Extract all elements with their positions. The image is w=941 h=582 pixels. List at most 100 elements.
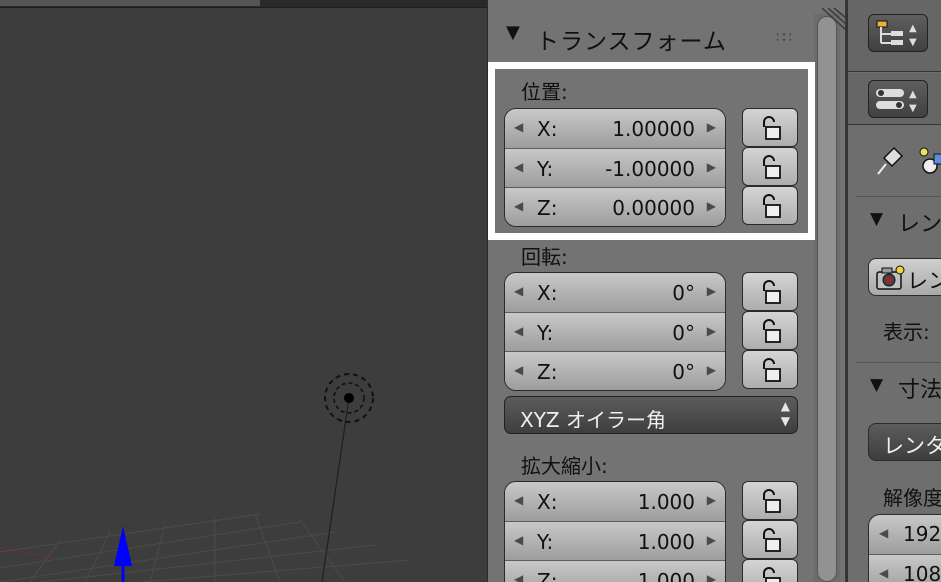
rotation-vector: ◀ X: 0° ▶ ◀ Y: 0° ▶ ◀ Z: 0° ▶ bbox=[504, 272, 726, 391]
lock-location-x-button[interactable] bbox=[742, 108, 798, 147]
increment-arrow-icon[interactable]: ▶ bbox=[707, 160, 716, 174]
lock-location-y-button[interactable] bbox=[742, 147, 798, 186]
increment-arrow-icon[interactable]: ▶ bbox=[707, 533, 716, 547]
render-button-label: レン bbox=[907, 269, 941, 293]
render-scene-icon bbox=[919, 147, 941, 174]
properties-editor-type-button[interactable]: ▲ ▼ bbox=[868, 80, 928, 118]
camera-icon bbox=[876, 265, 905, 290]
lamp-line bbox=[321, 397, 350, 582]
decrement-arrow-icon[interactable]: ◀ bbox=[514, 363, 523, 377]
rotation-mode-dropdown[interactable]: XYZ オイラー角 ▲ ▼ bbox=[504, 396, 798, 434]
field-value: 192 bbox=[903, 522, 941, 546]
transform-panel-header[interactable]: ▼ トランスフォーム ∷∷ bbox=[488, 8, 813, 55]
triangle-down-icon: ▼ bbox=[870, 375, 884, 395]
lock-scale-y-button[interactable] bbox=[742, 520, 798, 559]
up-down-arrows-icon: ▲ ▼ bbox=[780, 399, 790, 428]
field-value: 108 bbox=[903, 562, 941, 582]
increment-arrow-icon[interactable]: ▶ bbox=[707, 363, 716, 377]
rotation-x-field[interactable]: ◀ X: 0° ▶ bbox=[505, 273, 725, 312]
scale-x-field[interactable]: ◀ X: 1.000 ▶ bbox=[505, 482, 725, 521]
viewport-scene bbox=[0, 373, 411, 582]
lock-rotation-x-button[interactable] bbox=[742, 272, 798, 311]
decrement-arrow-icon[interactable]: ◀ bbox=[514, 493, 523, 507]
scale-y-field[interactable]: ◀ Y: 1.000 ▶ bbox=[505, 521, 725, 560]
axis-label: Y: bbox=[537, 157, 554, 181]
properties-editor: ▲ ▼ ▲ ▼ ▼ レン レ 表示: ▼ 寸法 レンタ 解像度 ◀ 192 ◀ … bbox=[846, 0, 941, 582]
location-label: 位置: bbox=[521, 80, 568, 104]
decrement-arrow-icon[interactable]: ◀ bbox=[879, 526, 888, 540]
editor-type-button[interactable]: ▲ ▼ bbox=[868, 14, 928, 52]
decrement-arrow-icon[interactable]: ◀ bbox=[514, 324, 523, 338]
scrollbar-thumb[interactable] bbox=[817, 16, 837, 582]
increment-arrow-icon[interactable]: ▶ bbox=[707, 284, 716, 298]
display-label: 表示: bbox=[883, 320, 930, 344]
section-title: レン bbox=[898, 212, 941, 237]
rotation-y-field[interactable]: ◀ Y: 0° ▶ bbox=[505, 312, 725, 351]
decrement-arrow-icon[interactable]: ◀ bbox=[514, 572, 523, 582]
svg-text:▼: ▼ bbox=[909, 37, 917, 48]
axis-label: Z: bbox=[537, 196, 558, 220]
decrement-arrow-icon[interactable]: ◀ bbox=[514, 199, 523, 213]
decrement-arrow-icon[interactable]: ◀ bbox=[514, 284, 523, 298]
axis-label: X: bbox=[537, 281, 558, 305]
dimensions-section-header[interactable]: ▼ 寸法 bbox=[856, 362, 941, 410]
field-value: 1.000 bbox=[637, 530, 695, 554]
padlock-open-icon bbox=[763, 155, 781, 179]
padlock-open-icon bbox=[763, 528, 781, 552]
scale-vector: ◀ X: 1.000 ▶ ◀ Y: 1.000 ▶ ◀ Z: 1.000 ▶ bbox=[504, 481, 726, 582]
lock-rotation-z-button[interactable] bbox=[742, 350, 798, 389]
lock-scale-z-button[interactable] bbox=[742, 559, 798, 582]
resolution-y-field[interactable]: ◀ 108 bbox=[869, 554, 941, 582]
decrement-arrow-icon[interactable]: ◀ bbox=[514, 160, 523, 174]
field-value: 1.00000 bbox=[612, 117, 695, 141]
resolution-label: 解像度 bbox=[883, 486, 941, 510]
padlock-open-icon bbox=[763, 319, 781, 343]
scale-z-field[interactable]: ◀ Z: 1.000 ▶ bbox=[505, 560, 725, 582]
axis-label: X: bbox=[537, 117, 558, 141]
render-preset-dropdown[interactable]: レンタ bbox=[868, 423, 941, 461]
field-value: -1.00000 bbox=[605, 157, 695, 181]
rotation-z-field[interactable]: ◀ Z: 0° ▶ bbox=[505, 351, 725, 390]
rotation-mode-value: XYZ オイラー角 bbox=[520, 408, 666, 432]
resolution-x-field[interactable]: ◀ 192 bbox=[869, 515, 941, 554]
triangle-down-icon: ▼ bbox=[506, 22, 520, 43]
field-value: 0° bbox=[672, 321, 695, 345]
decrement-arrow-icon[interactable]: ◀ bbox=[514, 120, 523, 134]
increment-arrow-icon[interactable]: ▶ bbox=[707, 120, 716, 134]
3d-viewport[interactable] bbox=[0, 0, 487, 582]
location-x-field[interactable]: ◀ X: 1.00000 ▶ bbox=[505, 109, 725, 148]
increment-arrow-icon[interactable]: ▶ bbox=[707, 572, 716, 582]
padlock-open-icon bbox=[763, 358, 781, 382]
floor-grid bbox=[0, 513, 411, 582]
context-icons bbox=[877, 146, 941, 175]
field-value: 1.000 bbox=[637, 490, 695, 514]
triangle-down-icon: ▼ bbox=[870, 209, 884, 229]
n-panel: ▼ トランスフォーム ∷∷ 位置: ◀ X: 1.00000 ▶ ◀ Y: -1… bbox=[487, 0, 846, 582]
lock-scale-x-button[interactable] bbox=[742, 481, 798, 520]
axis-label: Y: bbox=[537, 530, 554, 554]
region-corner-grip-icon[interactable] bbox=[818, 8, 846, 32]
location-y-field[interactable]: ◀ Y: -1.00000 ▶ bbox=[505, 148, 725, 187]
panel-title: トランスフォーム bbox=[536, 29, 727, 55]
resolution-fields: ◀ 192 ◀ 108 bbox=[868, 514, 941, 582]
lock-location-z-button[interactable] bbox=[742, 186, 798, 225]
scale-label: 拡大縮小: bbox=[521, 454, 608, 478]
location-z-field[interactable]: ◀ Z: 0.00000 ▶ bbox=[505, 187, 725, 226]
render-button[interactable]: レン bbox=[868, 258, 941, 296]
pin-icon bbox=[877, 146, 904, 175]
decrement-arrow-icon[interactable]: ◀ bbox=[879, 566, 888, 580]
decrement-arrow-icon[interactable]: ◀ bbox=[514, 533, 523, 547]
axis-label: Z: bbox=[537, 360, 558, 384]
padlock-open-icon bbox=[763, 489, 781, 513]
location-vector: ◀ X: 1.00000 ▶ ◀ Y: -1.00000 ▶ ◀ Z: 0.00… bbox=[504, 108, 726, 227]
increment-arrow-icon[interactable]: ▶ bbox=[707, 324, 716, 338]
field-value: 1.000 bbox=[637, 569, 695, 582]
drag-grip-icon[interactable]: ∷∷ bbox=[776, 30, 792, 46]
increment-arrow-icon[interactable]: ▶ bbox=[707, 493, 716, 507]
lock-rotation-y-button[interactable] bbox=[742, 311, 798, 350]
render-section-header[interactable]: ▼ レン bbox=[856, 196, 941, 244]
properties-header: ▲ ▼ bbox=[848, 73, 941, 125]
toggle-properties-icon: ▲ ▼ bbox=[876, 89, 917, 114]
padlock-open-icon bbox=[763, 567, 781, 582]
increment-arrow-icon[interactable]: ▶ bbox=[707, 199, 716, 213]
